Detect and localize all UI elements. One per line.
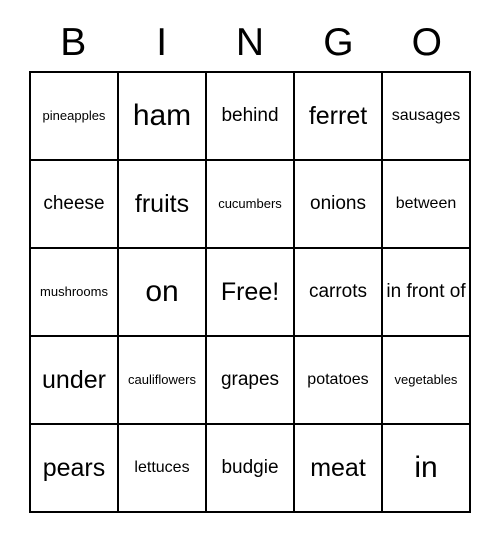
bingo-cell[interactable]: ferret <box>295 73 383 161</box>
bingo-cell-label: cauliflowers <box>128 371 196 387</box>
bingo-cell-label: budgie <box>221 457 279 479</box>
header-letter-n: N <box>235 21 265 64</box>
bingo-cell-label: vegetables <box>394 371 458 387</box>
header-letter-i: I <box>156 21 168 64</box>
bingo-cell[interactable]: sausages <box>383 73 471 161</box>
bingo-cell-label: cheese <box>43 193 105 215</box>
bingo-cell[interactable]: vegetables <box>383 337 471 425</box>
bingo-cell[interactable]: in <box>383 425 471 513</box>
bingo-cell[interactable]: pineapples <box>31 73 119 161</box>
bingo-cell-label: lettuces <box>134 459 190 477</box>
bingo-cell[interactable]: ham <box>119 73 207 161</box>
bingo-row: under cauliflowers grapes potatoes veget… <box>31 337 471 425</box>
bingo-cell[interactable]: under <box>31 337 119 425</box>
bingo-cell-label: carrots <box>308 281 368 303</box>
bingo-cell[interactable]: cucumbers <box>207 161 295 249</box>
bingo-row: mushrooms on Free! carrots in front of <box>31 249 471 337</box>
bingo-cell-label: potatoes <box>307 371 369 389</box>
bingo-row: pineapples ham behind ferret sausages <box>31 73 471 161</box>
bingo-cell[interactable]: onions <box>295 161 383 249</box>
bingo-cell[interactable]: on <box>119 249 207 337</box>
bingo-cell-label: behind <box>221 105 279 127</box>
bingo-cell-label: meat <box>310 454 366 482</box>
bingo-cell-label: Free! <box>220 278 280 306</box>
bingo-row: pears lettuces budgie meat in <box>31 425 471 513</box>
bingo-cell-label: fruits <box>134 190 190 218</box>
bingo-cell[interactable]: behind <box>207 73 295 161</box>
bingo-cell-label: sausages <box>391 107 461 125</box>
bingo-cell[interactable]: in front of <box>383 249 471 337</box>
bingo-cell[interactable]: mushrooms <box>31 249 119 337</box>
bingo-cell-label: grapes <box>220 369 280 391</box>
bingo-cell[interactable]: meat <box>295 425 383 513</box>
bingo-cell-label: ham <box>132 99 192 133</box>
bingo-grid: pineapples ham behind ferret sausages ch… <box>29 71 471 513</box>
bingo-cell-label: under <box>42 366 106 394</box>
bingo-cell-label: ferret <box>308 102 368 130</box>
bingo-cell[interactable]: between <box>383 161 471 249</box>
bingo-cell-label: cucumbers <box>218 195 282 211</box>
header-letter-b: B <box>60 21 87 64</box>
bingo-cell[interactable]: potatoes <box>295 337 383 425</box>
bingo-cell-label: in <box>414 451 438 485</box>
bingo-header: B I N G O <box>29 14 471 71</box>
bingo-cell[interactable]: grapes <box>207 337 295 425</box>
bingo-row: cheese fruits cucumbers onions between <box>31 161 471 249</box>
bingo-cell-free[interactable]: Free! <box>207 249 295 337</box>
bingo-cell[interactable]: cheese <box>31 161 119 249</box>
bingo-cell-label: on <box>145 275 179 309</box>
bingo-cell[interactable]: cauliflowers <box>119 337 207 425</box>
header-letter-g: G <box>323 21 354 64</box>
bingo-cell[interactable]: pears <box>31 425 119 513</box>
header-letter-o: O <box>411 21 442 64</box>
bingo-cell-label: mushrooms <box>40 283 108 299</box>
bingo-cell[interactable]: lettuces <box>119 425 207 513</box>
bingo-cell-label: in front of <box>386 281 466 303</box>
bingo-cell[interactable]: budgie <box>207 425 295 513</box>
bingo-cell-label: between <box>395 195 457 213</box>
bingo-cell-label: pears <box>42 454 106 482</box>
bingo-cell[interactable]: carrots <box>295 249 383 337</box>
bingo-cell-label: pineapples <box>42 107 106 123</box>
bingo-cell-label: onions <box>310 193 366 215</box>
bingo-card: B I N G O pineapples ham behind ferret s… <box>29 14 471 513</box>
bingo-cell[interactable]: fruits <box>119 161 207 249</box>
